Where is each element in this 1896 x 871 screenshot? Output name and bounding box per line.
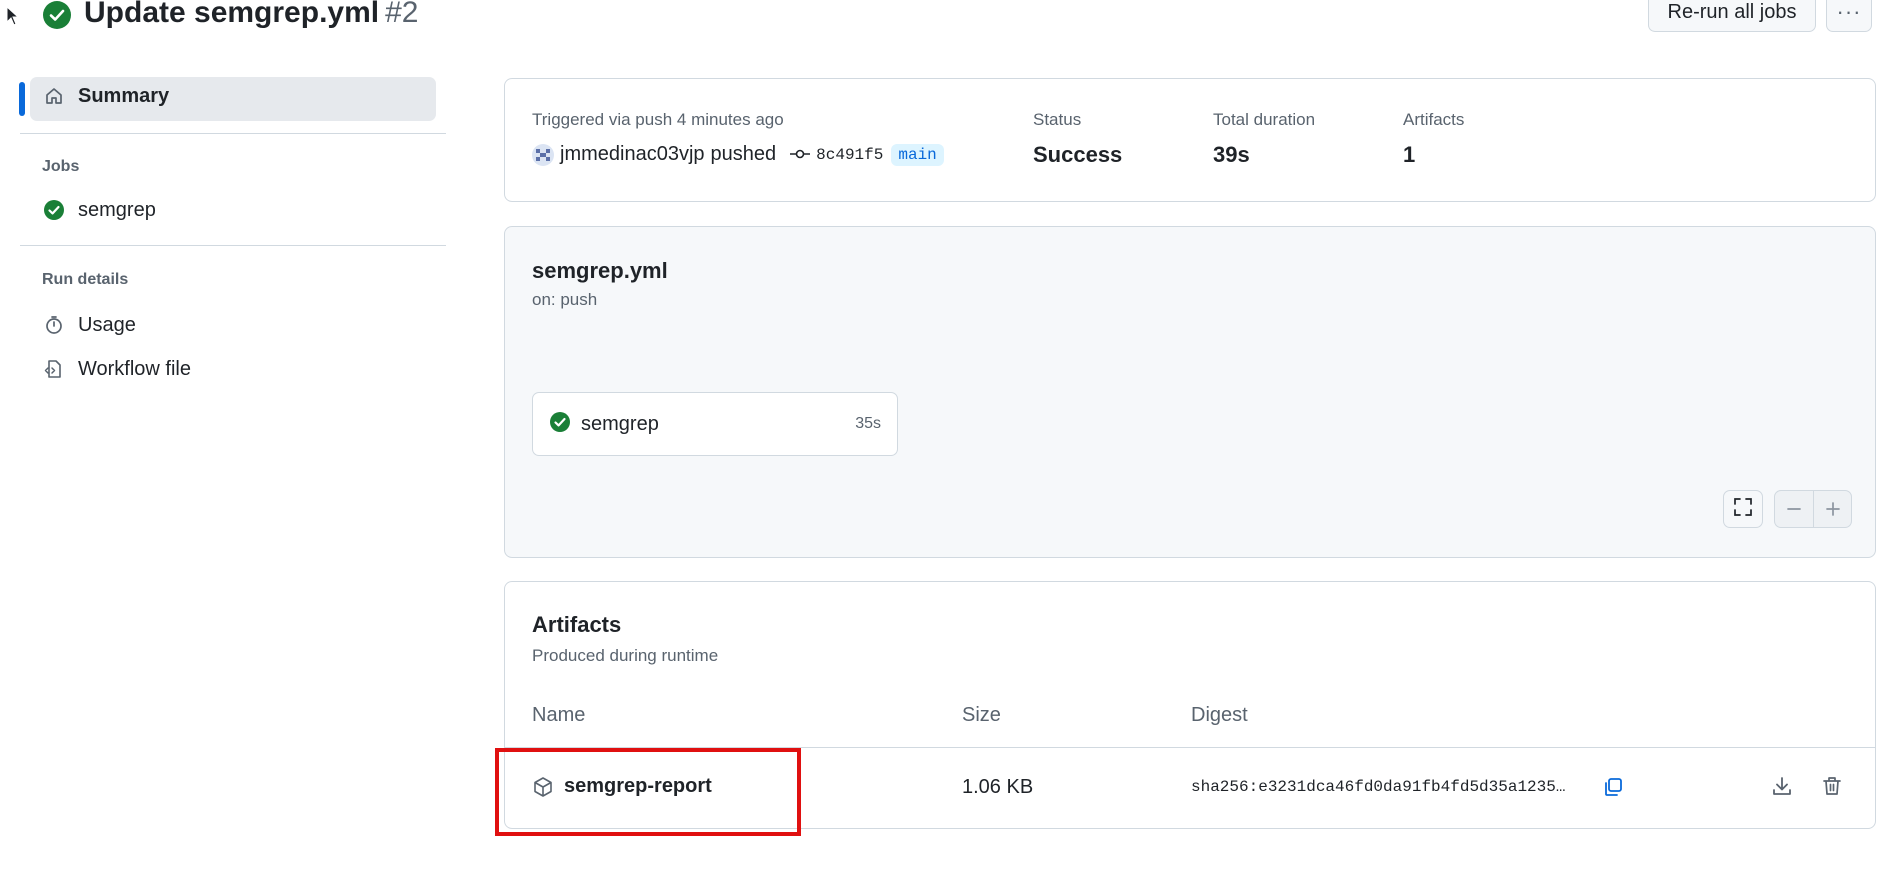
zoom-out-button[interactable] [1775,491,1813,527]
page-title: Update semgrep.yml #2 [84,0,418,32]
sidebar-summary-link[interactable]: Summary [42,84,169,108]
sidebar-item-usage[interactable]: Usage [42,313,136,337]
highlight-box [495,748,801,836]
duration-value[interactable]: 39s [1213,142,1250,168]
download-icon [1771,775,1793,802]
zoom-in-button[interactable] [1813,491,1851,527]
rerun-all-jobs-button[interactable]: Re-run all jobs [1648,0,1816,32]
plus-icon [1825,502,1840,516]
divider [20,245,446,246]
artifacts-count-label: Artifacts [1403,110,1465,129]
zoom-controls [1774,490,1852,528]
artifact-digest: sha256:e3231dca46fd0da91fb4fd5d35a1235… [1191,778,1566,796]
fullscreen-button[interactable] [1723,490,1763,528]
download-artifact-button[interactable] [1768,774,1796,802]
sidebar-item-label: Usage [78,313,136,336]
status-value: Success [1033,142,1123,167]
push-info: jmmedinac03vjp pushed 8c491f5 main [532,143,944,166]
success-check-icon [42,0,72,30]
trash-icon [1821,775,1843,802]
active-indicator [19,82,25,116]
home-icon [42,84,66,108]
duration-label: Total duration [1213,110,1316,129]
sidebar-item-label: Workflow file [78,357,191,380]
divider [20,133,446,134]
artifacts-subtitle: Produced during runtime [532,646,719,665]
copy-digest-button[interactable] [1600,776,1626,802]
push-action-text: pushed [710,143,777,165]
workflow-name: semgrep.yml [532,258,668,283]
artifacts-title: Artifacts [532,612,622,637]
job-node-semgrep[interactable]: semgrep 35s [532,392,898,456]
sidebar-item-label: semgrep [78,198,156,221]
trigger-text: Triggered via push 4 minutes ago [532,110,784,129]
sidebar-item-label: Summary [78,84,170,107]
git-commit-icon [790,143,811,166]
delete-artifact-button[interactable] [1818,774,1846,802]
more-options-button[interactable]: ··· [1826,0,1872,32]
branch-badge[interactable]: main [891,143,944,166]
minus-icon [1787,508,1801,510]
status-label: Status [1033,110,1082,129]
fullscreen-icon [1733,497,1753,522]
run-summary-card [504,78,1876,202]
success-check-icon [42,198,66,222]
job-name: semgrep [581,412,659,435]
sidebar-item-semgrep[interactable]: semgrep [42,198,156,222]
workflow-trigger: on: push [532,290,598,309]
commit-sha-link[interactable]: 8c491f5 [816,146,883,164]
avatar[interactable] [532,143,554,166]
file-code-icon [42,357,66,381]
column-header-name: Name [532,704,586,726]
column-header-size: Size [962,704,1001,726]
jobs-heading: Jobs [42,158,80,175]
user-link[interactable]: jmmedinac03vjp [560,143,705,166]
artifacts-count-value: 1 [1403,142,1416,167]
mouse-cursor-icon [6,5,20,26]
column-header-digest: Digest [1191,704,1248,726]
stopwatch-icon [42,313,66,337]
run-title: Update semgrep.yml [84,0,380,29]
run-details-heading: Run details [42,271,129,288]
sidebar-item-workflow-file[interactable]: Workflow file [42,357,191,381]
artifact-size: 1.06 KB [962,776,1034,798]
success-check-icon [549,411,571,438]
job-duration: 35s [855,415,881,432]
copy-icon [1602,776,1624,803]
run-number: #2 [385,0,419,29]
